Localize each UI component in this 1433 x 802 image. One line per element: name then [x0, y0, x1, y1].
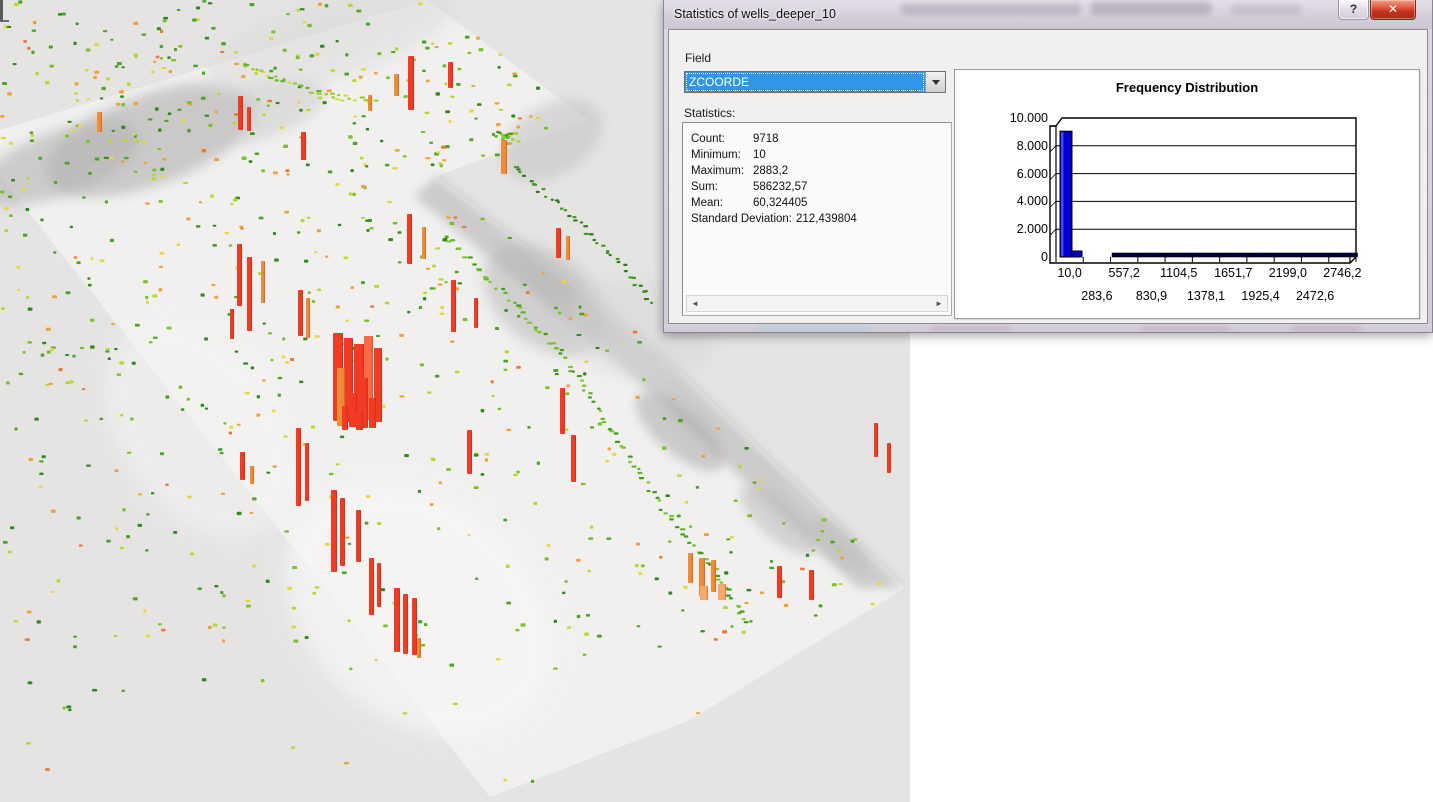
viewport-corner-mark-h [0, 20, 9, 22]
x-tick-label: 2472,6 [1296, 289, 1334, 303]
histogram [1044, 106, 1368, 281]
dialog-titlebar[interactable]: Statistics of wells_deeper_10 ? ✕ [664, 0, 1432, 29]
stat-row: Maximum:2883,2 [691, 163, 947, 179]
y-tick-label: 0 [955, 251, 1048, 263]
y-tick-label: 6.000 [955, 168, 1048, 180]
help-icon: ? [1350, 2, 1357, 16]
y-tick-label: 10.000 [955, 112, 1048, 124]
field-dropdown-value: ZCOORDE [685, 72, 925, 92]
stat-row: Minimum:10 [691, 147, 947, 163]
chevron-down-icon[interactable] [925, 72, 945, 92]
y-tick-label: 2.000 [955, 223, 1048, 235]
stat-name: Standard Deviation: [691, 211, 796, 227]
chart-y-axis-labels: 0 2.000 4.000 6.000 8.000 10.000 [955, 106, 1048, 269]
y-tick-label: 8.000 [955, 140, 1048, 152]
caption-buttons: ? ✕ [1338, 0, 1416, 21]
dialog-client-area: Field ZCOORDE Statistics: Count:9718Mini… [668, 29, 1428, 324]
statistics-label: Statistics: [684, 106, 735, 120]
x-tick-label: 283,6 [1081, 289, 1112, 303]
glass-blur-smudge [1231, 5, 1301, 15]
statistics-dialog: Statistics of wells_deeper_10 ? ✕ Field … [663, 0, 1433, 333]
stat-row: Standard Deviation:212,439804 [691, 211, 947, 227]
close-icon: ✕ [1388, 2, 1398, 16]
x-tick-label: 1378,1 [1187, 289, 1225, 303]
stat-value: 60,324405 [753, 195, 807, 211]
y-tick-label: 4.000 [955, 195, 1048, 207]
glass-blur-smudge [1141, 326, 1231, 331]
statistics-box: Count:9718Minimum:10Maximum:2883,2Sum:58… [682, 122, 952, 316]
scroll-right-icon[interactable]: ► [931, 296, 947, 311]
dialog-title: Statistics of wells_deeper_10 [674, 7, 836, 21]
x-tick-label: 830,9 [1136, 289, 1167, 303]
stat-name: Minimum: [691, 147, 753, 163]
scroll-left-icon[interactable]: ◄ [687, 296, 703, 311]
help-button[interactable]: ? [1338, 0, 1369, 20]
glass-blur-smudge [756, 325, 871, 331]
field-label: Field [685, 51, 711, 65]
glass-blur-smudge [931, 326, 1011, 331]
glass-blur-smudge [901, 4, 1081, 15]
stat-value: 212,439804 [796, 211, 857, 227]
stat-value: 10 [753, 147, 766, 163]
chart-title: Frequency Distribution [955, 80, 1419, 95]
glass-blur-smudge [1291, 326, 1361, 331]
close-button[interactable]: ✕ [1370, 0, 1416, 20]
stat-name: Count: [691, 131, 753, 147]
stat-name: Sum: [691, 179, 753, 195]
x-tick-label: 1925,4 [1241, 289, 1279, 303]
viewport-corner-mark [0, 0, 3, 22]
stat-name: Mean: [691, 195, 753, 211]
glass-blur-smudge [1091, 2, 1211, 15]
stat-row: Mean:60,324405 [691, 195, 947, 211]
stat-name: Maximum: [691, 163, 753, 179]
chart-plot-area [1056, 118, 1356, 257]
stat-value: 9718 [753, 131, 779, 147]
screen: Statistics of wells_deeper_10 ? ✕ Field … [0, 0, 1433, 802]
dialog-bottom-border [664, 324, 1432, 332]
stat-row: Sum:586232,57 [691, 179, 947, 195]
stat-value: 2883,2 [753, 163, 788, 179]
horizontal-scrollbar[interactable]: ◄ ► [686, 295, 948, 312]
stat-value: 586232,57 [753, 179, 807, 195]
frequency-chart-panel: Frequency Distribution 0 2.000 4.000 6.000 8… [954, 69, 1420, 319]
field-dropdown[interactable]: ZCOORDE [684, 71, 946, 93]
stat-row: Count:9718 [691, 131, 947, 147]
